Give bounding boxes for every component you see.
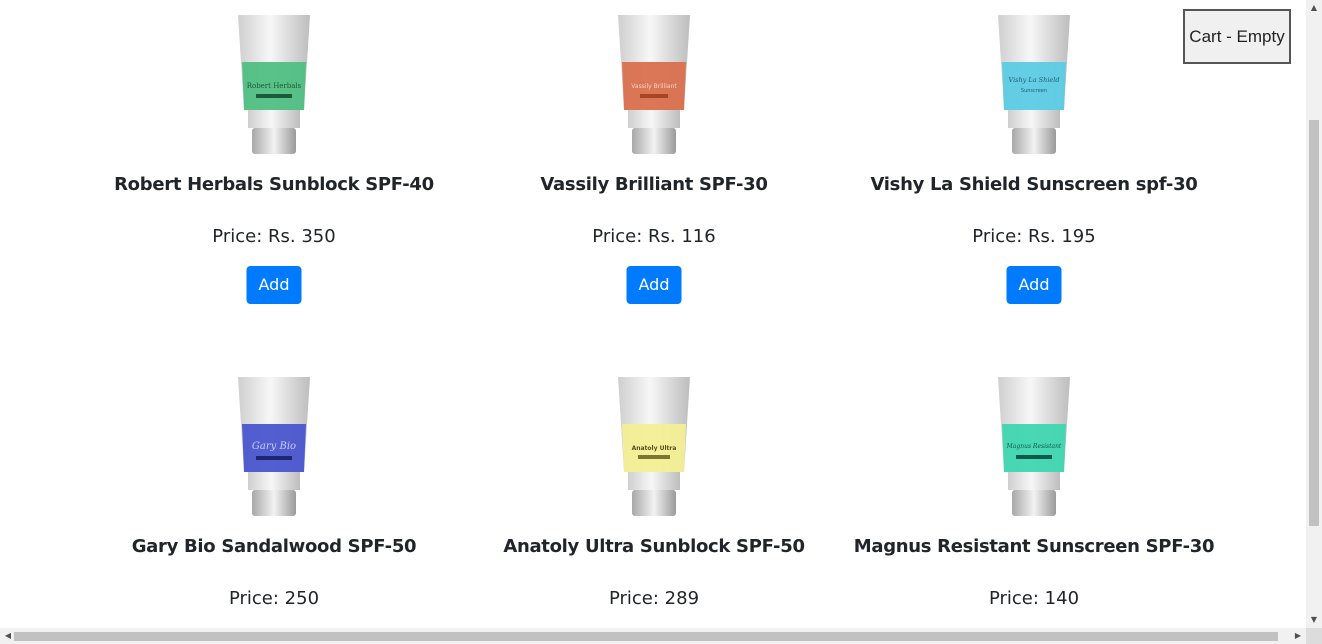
product-card: Vassily Brilliant Vassily Brilliant SPF-… [464, 10, 844, 320]
sunscreen-tube-icon: Vishy La Shield Sunscreen [998, 15, 1070, 154]
product-card: Magnus Resistant Magnus Resistant Sunscr… [844, 372, 1224, 628]
product-card: Robert Herbals Robert Herbals Sunblock S… [84, 10, 464, 320]
product-price: Price: Rs. 195 [972, 226, 1096, 247]
sunscreen-tube-icon: Vassily Brilliant [618, 15, 690, 154]
product-card: Anatoly Ultra Anatoly Ultra Sunblock SPF… [464, 372, 844, 628]
svg-text:Anatoly Ultra: Anatoly Ultra [632, 445, 677, 452]
svg-text:Vassily Brilliant: Vassily Brilliant [631, 83, 677, 90]
svg-text:Robert Herbals: Robert Herbals [247, 82, 302, 90]
scroll-right-icon[interactable]: ▶ [1290, 631, 1306, 641]
cart-button[interactable]: Cart - Empty [1183, 9, 1291, 64]
product-price: Price: Rs. 350 [212, 226, 336, 247]
svg-text:Sunscreen: Sunscreen [1021, 88, 1047, 94]
product-card: Vishy La Shield Sunscreen Vishy La Shiel… [844, 10, 1224, 320]
scrollbar-corner [1306, 628, 1322, 644]
product-price: Price: 289 [608, 588, 700, 609]
product-name: Magnus Resistant Sunscreen SPF-30 [853, 536, 1215, 557]
add-to-cart-button[interactable]: Add [1006, 266, 1062, 304]
product-price: Price: 250 [228, 588, 320, 609]
page-viewport: Robert Herbals Robert Herbals Sunblock S… [0, 0, 1306, 628]
product-name: Anatoly Ultra Sunblock SPF-50 [503, 536, 805, 557]
product-name: Vassily Brilliant SPF-30 [540, 174, 768, 195]
vertical-scrollbar[interactable]: ▲ ▼ [1306, 0, 1322, 628]
svg-text:Vishy La Shield: Vishy La Shield [1009, 76, 1060, 84]
product-price: Price: 140 [988, 588, 1080, 609]
svg-text:Gary Bio: Gary Bio [252, 441, 296, 452]
product-name: Robert Herbals Sunblock SPF-40 [114, 174, 434, 195]
vertical-scrollbar-thumb[interactable] [1309, 120, 1319, 526]
scroll-up-icon[interactable]: ▲ [1306, 3, 1322, 13]
horizontal-scrollbar-thumb[interactable] [14, 632, 1278, 641]
sunscreen-tube-icon: Gary Bio [238, 377, 310, 516]
scroll-down-icon[interactable]: ▼ [1306, 615, 1322, 625]
product-price: Price: Rs. 116 [592, 226, 716, 247]
add-to-cart-button[interactable]: Add [626, 266, 682, 304]
sunscreen-tube-icon: Magnus Resistant [998, 377, 1070, 516]
product-name: Gary Bio Sandalwood SPF-50 [131, 536, 417, 557]
product-card: Gary Bio Gary Bio Sandalwood SPF-50 Pric… [84, 372, 464, 628]
horizontal-scrollbar[interactable]: ◀ ▶ [0, 628, 1306, 644]
add-to-cart-button[interactable]: Add [246, 266, 302, 304]
sunscreen-tube-icon: Anatoly Ultra [618, 377, 690, 516]
product-name: Vishy La Shield Sunscreen spf-30 [870, 174, 1198, 195]
sunscreen-tube-icon: Robert Herbals [238, 15, 310, 154]
svg-text:Magnus Resistant: Magnus Resistant [1006, 443, 1062, 450]
